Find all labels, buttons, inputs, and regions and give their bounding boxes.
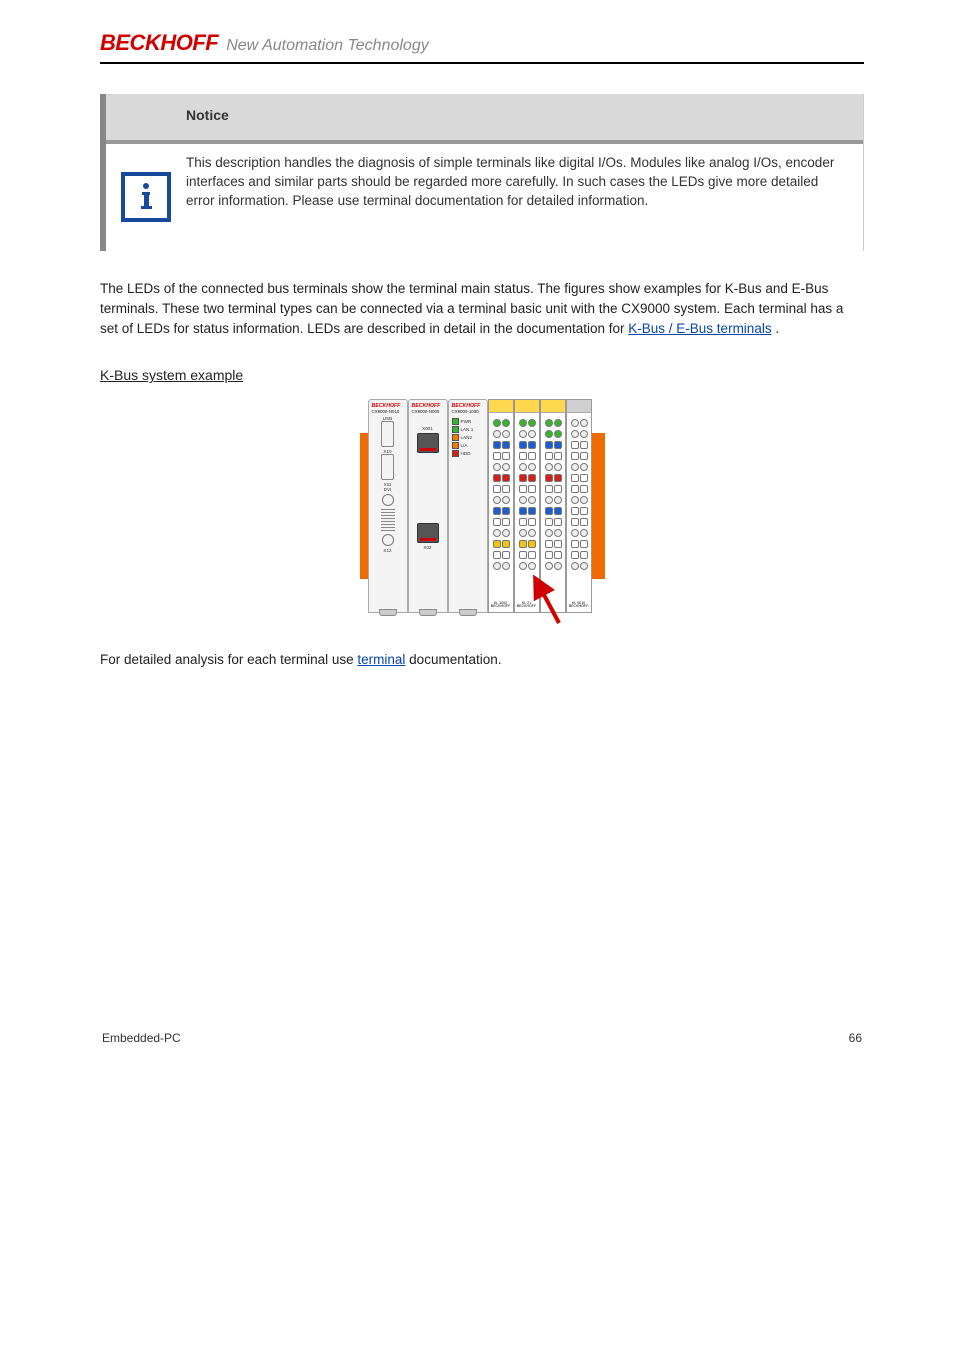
notice-body: This description handles the diagnosis o… <box>186 144 863 251</box>
page-header: BECKHOFF New Automation Technology <box>100 30 864 64</box>
led-icon <box>452 434 459 441</box>
terminal-link[interactable]: terminal <box>357 652 405 667</box>
led-icon <box>452 418 459 425</box>
terminal-top <box>541 400 565 413</box>
brand-logo: BECKHOFF <box>100 30 218 56</box>
module-cx9000-n010: BECKHOFF CX9000-N010 USB X10 X11 DVI X12 <box>368 399 408 613</box>
tagline: New Automation Technology <box>226 37 429 55</box>
terminal-top <box>515 400 539 413</box>
module-cx9000-1000: BECKHOFF CX9000-1000 PWR LAN 1 LAN2 L/A … <box>448 399 488 613</box>
footer-left: Embedded-PC <box>102 1031 181 1045</box>
led-icon <box>452 442 459 449</box>
diagram: BECKHOFF CX9000-N010 USB X10 X11 DVI X12 <box>100 397 864 622</box>
terminal-kl1002: KL 1002BECKHOFF <box>488 399 514 613</box>
usb-port-icon <box>381 454 394 480</box>
dvi-icon <box>382 494 394 506</box>
notice-box: Notice This description handles the diag… <box>100 94 864 251</box>
rj45-icon <box>417 433 439 453</box>
connector-grille-icon <box>381 509 395 531</box>
paragraph-1: The LEDs of the connected bus terminals … <box>100 279 864 340</box>
led-icon <box>452 426 459 433</box>
usb-port-icon <box>381 421 394 447</box>
arrow-icon <box>523 568 573 628</box>
clip-icon <box>419 609 437 616</box>
footer-page-number: 66 <box>849 1031 862 1045</box>
page-footer: Embedded-PC 66 <box>100 1031 864 1045</box>
subheading-kbus: K-Bus system example <box>100 367 864 383</box>
clip-icon <box>379 609 397 616</box>
terminal-top <box>567 400 591 413</box>
module-cx9000-n000: BECKHOFF CX9000-N000 X001 X02 <box>408 399 448 613</box>
rj45-icon <box>417 523 439 543</box>
port-icon <box>382 534 394 546</box>
paragraph-2: For detailed analysis for each terminal … <box>100 650 864 670</box>
terminal-top <box>489 400 513 413</box>
led-icon <box>452 450 459 457</box>
notice-title: Notice <box>186 107 229 123</box>
kbus-ebus-link[interactable]: K-Bus / E-Bus terminals <box>628 321 771 336</box>
clip-icon <box>459 609 477 616</box>
info-icon <box>106 144 186 251</box>
